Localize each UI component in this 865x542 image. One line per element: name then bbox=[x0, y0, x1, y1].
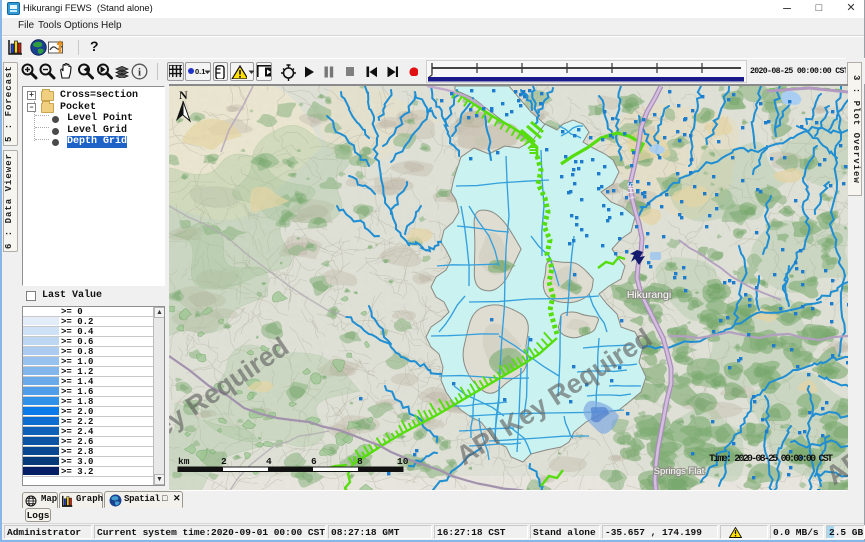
svg-text:SH 1: SH 1 bbox=[626, 182, 636, 201]
svg-text:km: km bbox=[178, 456, 190, 467]
svg-text:2: 2 bbox=[221, 456, 227, 467]
svg-text:8: 8 bbox=[357, 456, 363, 467]
svg-text:6: 6 bbox=[311, 456, 317, 467]
svg-text:N: N bbox=[179, 88, 188, 102]
svg-text:Hikurangi: Hikurangi bbox=[627, 289, 671, 301]
svg-text:10: 10 bbox=[397, 456, 409, 467]
svg-text:Time: 2020-08-25 00:00:00 CST: Time: 2020-08-25 00:00:00 CST bbox=[709, 453, 833, 465]
svg-text:Springs Flat: Springs Flat bbox=[654, 466, 705, 477]
svg-text:4: 4 bbox=[266, 456, 272, 467]
svg-text:i: i bbox=[138, 67, 141, 79]
